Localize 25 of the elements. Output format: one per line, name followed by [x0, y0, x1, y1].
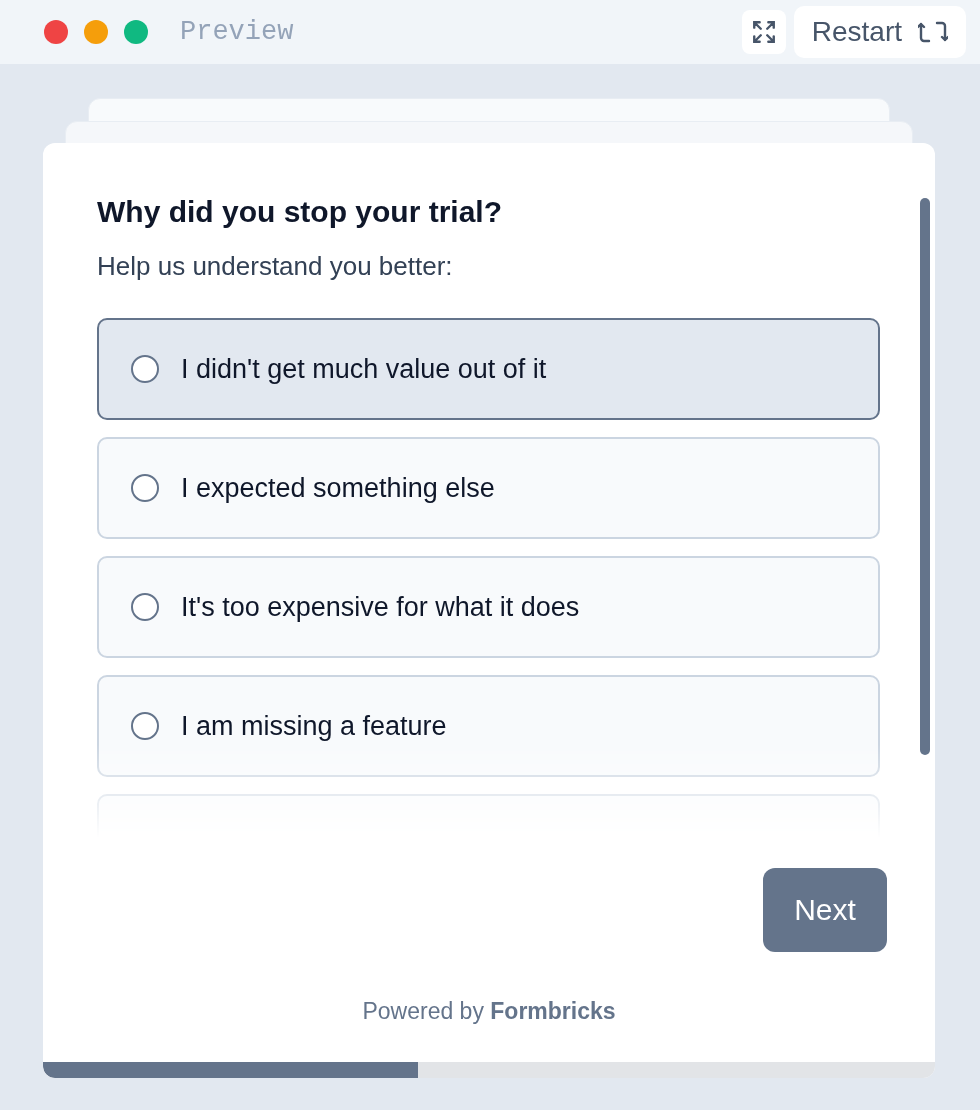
choice-option[interactable]: I am missing a feature — [97, 675, 880, 777]
expand-button[interactable] — [741, 10, 786, 54]
question-title: Why did you stop your trial? — [97, 195, 503, 229]
window-title: Preview — [180, 17, 295, 47]
choice-label: It's too expensive for what it does — [181, 591, 580, 623]
window-dot[interactable] — [44, 20, 68, 44]
choice-label: I am missing a feature — [181, 710, 447, 742]
window-dot[interactable] — [124, 20, 148, 44]
choice-option[interactable]: I didn't get much value out of it — [97, 318, 880, 420]
next-button[interactable]: Next — [763, 868, 887, 952]
repeat-icon — [918, 19, 948, 45]
powered-by-text: Powered by Formbricks — [361, 998, 617, 1025]
choice-option[interactable]: It's too expensive for what it does — [97, 556, 880, 658]
scrollbar[interactable] — [920, 198, 930, 755]
choice-label: I didn't get much value out of it — [181, 353, 547, 385]
choice-label: I expected something else — [181, 472, 495, 504]
radio-button[interactable] — [131, 474, 159, 502]
restart-button[interactable]: Restart — [793, 6, 966, 58]
radio-button[interactable] — [131, 355, 159, 383]
window-dot[interactable] — [84, 20, 108, 44]
choice-option[interactable]: I expected something else — [97, 437, 880, 539]
question-subheader: Help us understand you better: — [97, 251, 454, 282]
radio-button[interactable] — [131, 593, 159, 621]
radio-button[interactable] — [131, 712, 159, 740]
expand-icon — [750, 19, 777, 45]
